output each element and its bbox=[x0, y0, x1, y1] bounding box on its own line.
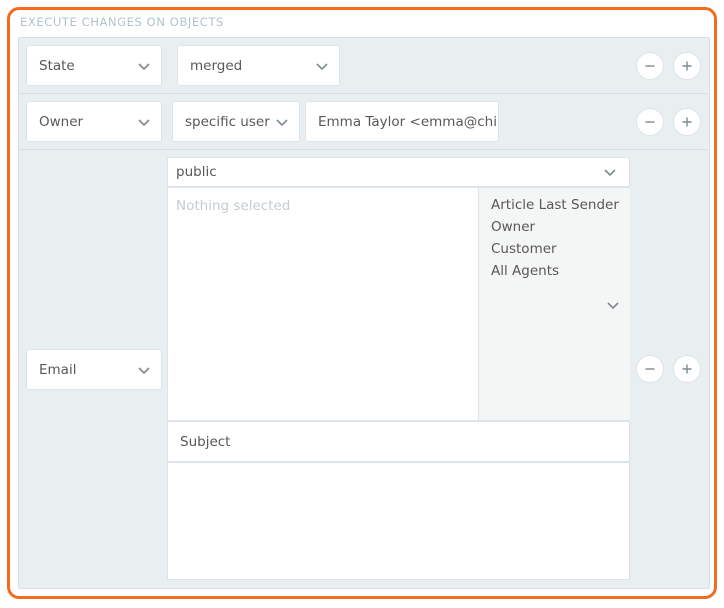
recipient-option-owner[interactable]: Owner bbox=[491, 219, 535, 235]
state-value-select[interactable]: merged bbox=[177, 45, 340, 86]
minus-circle-icon bbox=[645, 368, 655, 370]
add-email-row-button[interactable] bbox=[673, 355, 701, 383]
add-state-row-button[interactable] bbox=[673, 52, 701, 80]
chevron-down-icon bbox=[138, 62, 150, 70]
email-attribute-label: Email bbox=[39, 361, 77, 378]
plus-circle-icon bbox=[682, 61, 692, 71]
subject-placeholder: Subject bbox=[180, 433, 231, 450]
section-title: EXECUTE CHANGES ON OBJECTS bbox=[20, 15, 224, 29]
state-value-label: merged bbox=[190, 57, 243, 74]
owner-user-field[interactable]: Emma Taylor <emma@chi bbox=[305, 101, 499, 142]
chevron-down-icon[interactable] bbox=[606, 300, 620, 310]
chevron-down-icon bbox=[276, 118, 288, 126]
owner-mode-select[interactable]: specific user bbox=[172, 101, 300, 142]
recipient-placeholder: Nothing selected bbox=[176, 198, 291, 214]
add-owner-row-button[interactable] bbox=[673, 108, 701, 136]
chevron-down-icon bbox=[604, 169, 616, 177]
plus-circle-icon bbox=[682, 117, 692, 127]
state-attribute-label: State bbox=[39, 57, 75, 74]
minus-circle-icon bbox=[645, 121, 655, 123]
minus-circle-icon bbox=[645, 65, 655, 67]
email-body-editor[interactable] bbox=[167, 462, 630, 580]
chevron-down-icon bbox=[316, 62, 328, 70]
owner-attribute-select[interactable]: Owner bbox=[26, 101, 162, 142]
owner-user-value: Emma Taylor <emma@chi bbox=[318, 113, 497, 130]
recipient-option-article-last-sender[interactable]: Article Last Sender bbox=[491, 197, 619, 213]
owner-attribute-label: Owner bbox=[39, 113, 84, 130]
plus-circle-icon bbox=[682, 364, 692, 374]
row-divider bbox=[19, 93, 708, 94]
subject-input[interactable]: Subject bbox=[167, 421, 630, 462]
state-attribute-select[interactable]: State bbox=[26, 45, 162, 86]
visibility-select[interactable]: public bbox=[167, 157, 630, 187]
visibility-label: public bbox=[176, 164, 217, 180]
row-divider bbox=[19, 149, 708, 150]
recipient-options-list[interactable]: Article Last Sender Owner Customer All A… bbox=[478, 188, 630, 420]
recipient-option-all-agents[interactable]: All Agents bbox=[491, 263, 559, 279]
remove-email-row-button[interactable] bbox=[636, 355, 664, 383]
chevron-down-icon bbox=[138, 118, 150, 126]
remove-owner-row-button[interactable] bbox=[636, 108, 664, 136]
recipient-multiselect[interactable]: Nothing selected Article Last Sender Own… bbox=[167, 187, 630, 421]
recipient-option-customer[interactable]: Customer bbox=[491, 241, 557, 257]
email-attribute-select[interactable]: Email bbox=[26, 349, 162, 390]
chevron-down-icon bbox=[138, 366, 150, 374]
remove-state-row-button[interactable] bbox=[636, 52, 664, 80]
owner-mode-label: specific user bbox=[185, 113, 270, 130]
